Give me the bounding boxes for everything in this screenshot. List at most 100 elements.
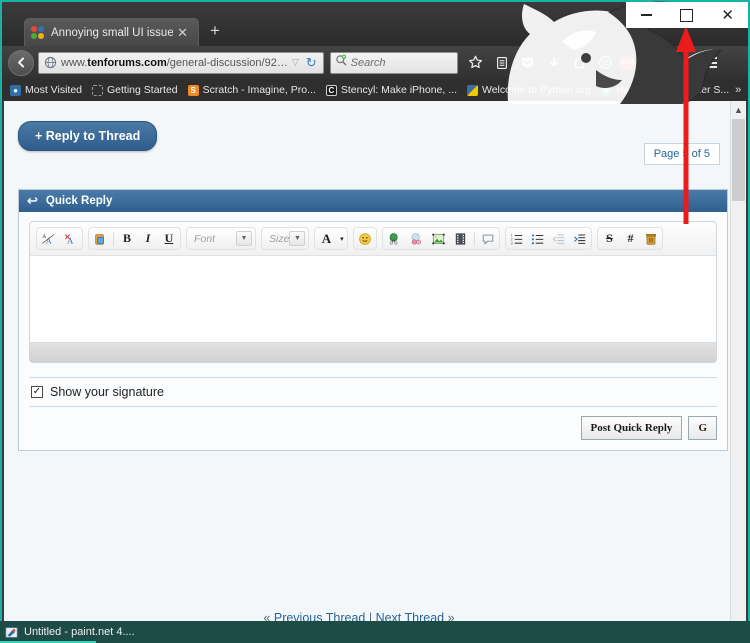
thread-navigation: « Previous Thread | Next Thread »	[4, 611, 714, 621]
next-thread-link[interactable]: Next Thread	[376, 611, 445, 621]
reload-icon[interactable]: ↻	[303, 55, 320, 71]
remove-text-formatting-icon[interactable]: AA	[38, 229, 59, 248]
window-controls: ✕	[626, 2, 748, 28]
scrollbar-thumb[interactable]	[732, 119, 745, 201]
bookmark-label: Stencyl: Make iPhone, ...	[340, 84, 457, 96]
quick-reply-panel: ↪ Quick Reply AA A B I U Font ▼ Size ▼ A…	[18, 189, 728, 451]
size-combo[interactable]: Size ▼	[263, 229, 307, 248]
scratch-icon: S	[187, 84, 199, 96]
strikethrough-button[interactable]: S	[599, 229, 619, 248]
unordered-list-icon[interactable]	[528, 229, 548, 248]
bookmark-hands-on[interactable]: ■ Hands-on Computer S...	[597, 84, 733, 96]
stencyl-icon: C	[325, 84, 337, 96]
bookmark-star-icon[interactable]	[464, 51, 488, 75]
bookmark-getting-started[interactable]: Getting Started	[88, 84, 182, 96]
outdent-icon[interactable]	[549, 229, 569, 248]
bookmark-scratch[interactable]: S Scratch - Imagine, Pro...	[184, 84, 320, 96]
remove-link-icon[interactable]	[406, 229, 427, 248]
forum-page: + Reply to Thread Page 5 of 5 ↪ Quick Re…	[4, 101, 730, 621]
bookmark-stencyl[interactable]: C Stencyl: Make iPhone, ...	[322, 84, 461, 96]
minimize-button[interactable]	[627, 2, 665, 28]
most-visited-icon: ●	[10, 84, 21, 96]
home-icon[interactable]	[568, 51, 592, 75]
downloads-icon[interactable]	[542, 51, 566, 75]
reading-list-icon[interactable]	[490, 51, 514, 75]
tab-title: Annoying small UI issues t...	[51, 26, 174, 39]
remove-font-formatting-icon[interactable]: A	[60, 229, 81, 248]
sidebar-icon[interactable]	[672, 51, 696, 75]
reply-to-thread-button[interactable]: + Reply to Thread	[18, 121, 158, 151]
smilie-group	[353, 227, 378, 250]
font-color-button[interactable]: A	[316, 229, 336, 248]
url-dropdown-icon[interactable]: ▽	[288, 57, 303, 68]
font-label: Font	[194, 232, 216, 245]
bookmarks-overflow-icon[interactable]: »	[735, 84, 744, 96]
bookmark-python[interactable]: Welcome to Python.org	[463, 84, 595, 96]
next-suffix: »	[447, 611, 455, 621]
show-signature-checkbox[interactable]: ✓	[31, 386, 43, 398]
bookmark-label: Most Visited	[25, 84, 82, 96]
chevron-down-icon[interactable]: ▼	[636, 58, 644, 67]
quick-reply-body: AA A B I U Font ▼ Size ▼ A ▾ 1 2 3 S # ✓…	[19, 212, 727, 450]
skype-icon[interactable]: S	[646, 51, 670, 75]
insert-image-icon[interactable]	[428, 229, 449, 248]
font-family-select[interactable]: Font ▼	[186, 227, 256, 250]
chevron-down-icon[interactable]: ▼	[289, 231, 306, 246]
svg-text:A: A	[46, 236, 52, 245]
editor-toolbar: AA A B I U Font ▼ Size ▼ A ▾ 1 2 3 S #	[30, 222, 716, 256]
menu-icon[interactable]	[698, 51, 722, 75]
font-combo[interactable]: Font ▼	[188, 229, 254, 248]
windows-taskbar: Untitled - paint.net 4....	[0, 621, 750, 643]
python-icon	[467, 84, 478, 96]
adblock-plus-icon[interactable]: ABP ▼	[619, 51, 644, 75]
address-bar[interactable]: www.tenforums.com/general-discussion/92……	[38, 51, 324, 74]
bold-button[interactable]: B	[117, 229, 137, 248]
back-button[interactable]	[8, 49, 34, 76]
skype-badge: S	[649, 54, 666, 71]
prev-prefix: «	[263, 611, 271, 621]
bookmark-label: Getting Started	[107, 84, 178, 96]
maximize-button[interactable]	[668, 2, 706, 28]
page-indicator[interactable]: Page 5 of 5	[643, 143, 720, 165]
smiley-icon[interactable]	[594, 51, 618, 75]
insert-smilie-icon[interactable]	[355, 229, 375, 248]
close-tab-icon[interactable]: ✕	[173, 26, 192, 39]
insert-video-icon[interactable]	[450, 229, 471, 248]
indent-icon[interactable]	[570, 229, 590, 248]
bookmark-label: Scratch - Imagine, Pro...	[202, 84, 316, 96]
scroll-up-arrow[interactable]: ▲	[731, 101, 746, 118]
bookmark-label: Welcome to Python.org	[482, 84, 591, 96]
firefox-tab-favicon	[31, 25, 45, 40]
italic-button[interactable]: I	[138, 229, 158, 248]
insert-link-icon[interactable]	[384, 229, 405, 248]
bookmark-most-visited[interactable]: ● Most Visited	[6, 84, 86, 96]
ordered-list-icon[interactable]: 123	[507, 229, 527, 248]
extra-group: S #	[597, 227, 664, 250]
browser-tab[interactable]: Annoying small UI issues t... ✕	[24, 18, 199, 46]
search-icon	[335, 54, 348, 72]
hash-button[interactable]: #	[620, 229, 640, 248]
quick-reply-title: Quick Reply	[45, 195, 113, 207]
underline-button[interactable]: U	[159, 229, 179, 248]
chevron-down-icon[interactable]: ▾	[337, 229, 346, 248]
firefox-window: Annoying small UI issues t... ✕ + www.te…	[0, 0, 750, 621]
page-scrollbar[interactable]: ▲	[730, 101, 746, 621]
search-input[interactable]: Search	[329, 51, 458, 74]
taskbar-item-label[interactable]: Untitled - paint.net 4....	[24, 626, 135, 638]
reply-textarea[interactable]	[30, 256, 716, 342]
toolbar-separator	[113, 231, 114, 246]
globe-icon	[44, 56, 57, 69]
go-advanced-button[interactable]: G	[688, 416, 717, 440]
new-tab-button[interactable]: +	[210, 22, 220, 39]
trash-icon[interactable]	[641, 229, 661, 248]
post-quick-reply-button[interactable]: Post Quick Reply	[580, 416, 683, 440]
wrap-quote-icon[interactable]	[478, 229, 498, 248]
font-size-select[interactable]: Size ▼	[261, 227, 310, 250]
close-button[interactable]: ✕	[709, 2, 747, 28]
hands-on-icon: ■	[600, 84, 612, 96]
thread-nav-separator: |	[368, 611, 373, 621]
pocket-icon[interactable]	[516, 51, 540, 75]
chevron-down-icon[interactable]: ▼	[236, 231, 252, 246]
previous-thread-link[interactable]: Previous Thread	[274, 611, 366, 621]
paste-icon[interactable]	[90, 229, 110, 248]
